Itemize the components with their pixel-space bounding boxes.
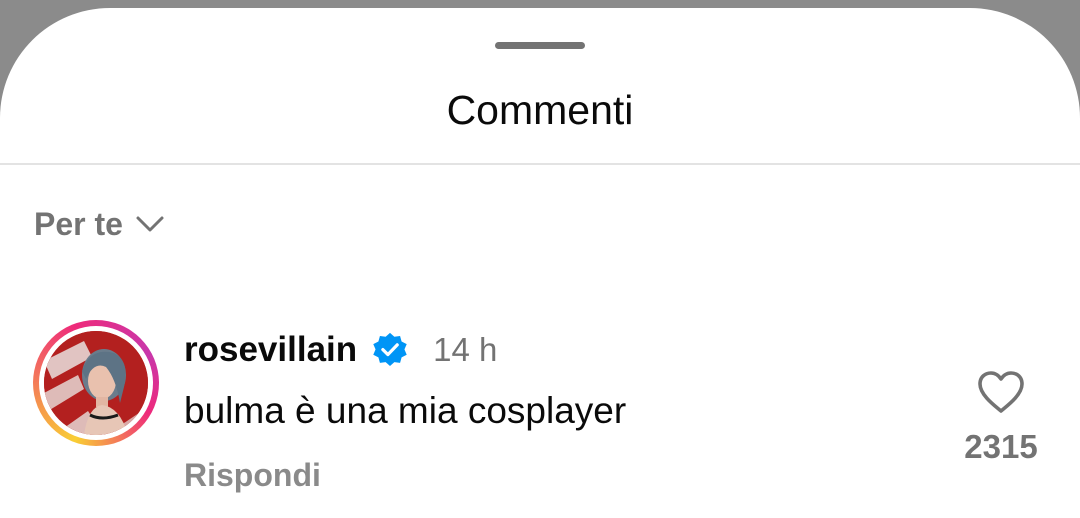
comment-text: bulma è una mia cosplayer [184, 390, 627, 431]
header-divider [0, 163, 1080, 165]
story-ring[interactable] [33, 320, 159, 446]
comments-sheet: Commenti Per te rosevillain 14 h bulma è… [0, 8, 1080, 518]
heart-outline-icon[interactable] [976, 369, 1026, 415]
drag-handle[interactable] [495, 42, 585, 49]
sheet-title: Commenti [446, 87, 634, 133]
like-count: 2315 [964, 428, 1038, 465]
reply-button[interactable]: Rispondi [184, 453, 321, 497]
sort-selector[interactable]: Per te [34, 204, 165, 244]
verified-badge-icon [373, 332, 407, 366]
avatar[interactable] [44, 331, 148, 435]
avatar-image [44, 331, 148, 435]
username[interactable]: rosevillain [184, 328, 357, 372]
comment-header: rosevillain 14 h [184, 327, 497, 373]
sort-label: Per te [34, 206, 123, 242]
comment-item: rosevillain 14 h bulma è una mia cosplay… [0, 313, 1080, 513]
comment-timestamp: 14 h [433, 331, 498, 368]
chevron-down-icon [136, 216, 164, 232]
